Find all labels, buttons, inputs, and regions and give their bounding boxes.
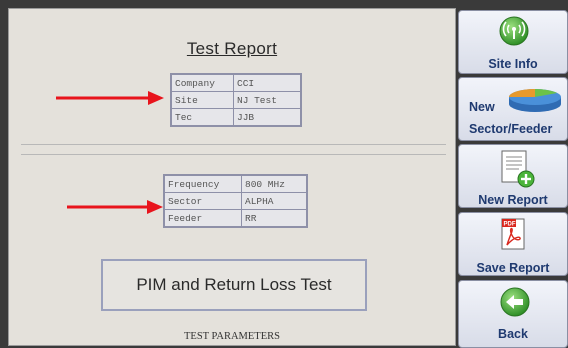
table-cell-value: ALPHA [241, 192, 308, 210]
new-sector-feeder-label-line2: Sector/Feeder [469, 122, 553, 136]
table-row: Sector ALPHA [163, 192, 308, 210]
back-arrow-icon [500, 287, 530, 317]
save-report-button-label: Save Report [476, 261, 550, 275]
section-divider [21, 154, 446, 155]
table-cell-label: Frequency [163, 174, 242, 193]
table-cell-value: 800 MHz [241, 174, 308, 193]
test-title: PIM and Return Loss Test [136, 275, 332, 294]
pie-chart-icon [509, 89, 561, 112]
pdf-icon: PDF [501, 218, 525, 250]
section-divider [21, 144, 446, 145]
site-info-table: Company CCI Site NJ Test Tec JJB [170, 73, 302, 127]
table-cell-value: CCI [233, 73, 302, 92]
table-cell-value: RR [241, 209, 308, 228]
site-info-button-label: Site Info [488, 57, 538, 71]
new-sector-feeder-label-line1: New [469, 100, 495, 114]
table-cell-label: Tec [170, 108, 234, 127]
table-row: Company CCI [170, 73, 302, 92]
back-button-label: Back [498, 327, 528, 341]
save-report-button[interactable]: PDF Save Report [458, 212, 568, 276]
table-row: Tec JJB [170, 108, 302, 127]
table-cell-value: NJ Test [233, 91, 302, 109]
report-title: Test Report [186, 39, 278, 58]
new-report-button-label: New Report [478, 193, 548, 207]
app-root: { "report": { "title": "Test Report", "s… [0, 0, 568, 348]
sector-info-table: Frequency 800 MHz Sector ALPHA Feeder RR [163, 174, 308, 228]
table-cell-label: Sector [163, 192, 242, 210]
new-document-icon [501, 150, 535, 188]
test-title-box: PIM and Return Loss Test [101, 259, 367, 311]
site-info-button[interactable]: Site Info [458, 10, 568, 74]
svg-text:PDF: PDF [504, 222, 516, 228]
antenna-icon [499, 16, 529, 46]
new-report-button[interactable]: New Report [458, 144, 568, 208]
table-cell-label: Feeder [163, 209, 242, 228]
annotation-arrow-site [56, 91, 164, 105]
table-cell-value: JJB [233, 108, 302, 127]
table-cell-label: Company [170, 73, 234, 92]
annotation-arrow-sector [67, 200, 163, 214]
back-button[interactable]: Back [458, 280, 568, 348]
report-screen: Test Report Company CCI Site NJ Test Tec… [8, 8, 456, 346]
new-sector-feeder-button[interactable]: New Sector/Feeder [458, 77, 568, 141]
table-row: Frequency 800 MHz [163, 174, 308, 193]
table-row: Feeder RR [163, 209, 308, 228]
table-row: Site NJ Test [170, 91, 302, 109]
table-cell-label: Site [170, 91, 234, 109]
test-parameters-heading: TEST PARAMETERS [184, 331, 280, 342]
